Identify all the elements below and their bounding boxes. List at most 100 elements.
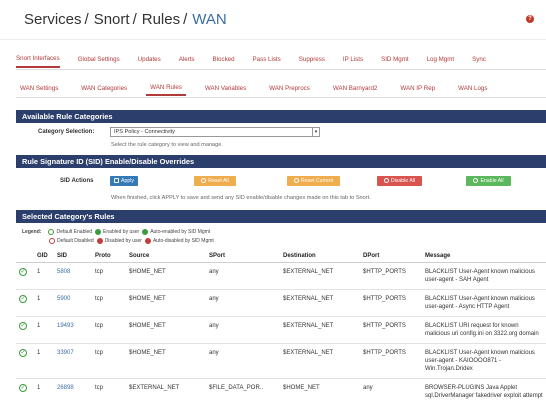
cell-gid: 1 <box>34 378 54 401</box>
cell-source: $HOME_NET <box>126 343 206 379</box>
breadcrumb-snort[interactable]: Snort <box>94 11 130 28</box>
col-proto[interactable]: Proto <box>92 250 126 263</box>
cell-sport: any <box>206 343 280 379</box>
cell-sport: any <box>206 262 280 290</box>
default-disabled-icon <box>49 238 55 244</box>
save-icon <box>114 178 119 183</box>
disable-all-label: Disable All <box>390 178 416 184</box>
enable-all-label: Enable All <box>480 178 504 184</box>
cell-message: BLACKLIST User-Agent known malicious use… <box>422 289 546 317</box>
cell-destination: $EXTERNAL_NET <box>280 262 360 290</box>
tab-alerts[interactable]: Alerts <box>179 52 195 67</box>
tab-wan-barnyard2[interactable]: WAN Barnyard2 <box>329 82 381 95</box>
enabled-toggle-icon[interactable]: ✓ <box>19 384 27 392</box>
legend-title: Legend: <box>22 229 42 235</box>
cell-gid: 1 <box>34 262 54 290</box>
tab-global-settings[interactable]: Global Settings <box>78 52 120 67</box>
tab-log-mgmt[interactable]: Log Mgmt <box>427 52 455 67</box>
table-row: ✓ 1 33907 tcp $HOME_NET any $EXTERNAL_NE… <box>16 343 546 379</box>
cell-sport: any <box>206 316 280 344</box>
tab-suppress[interactable]: Suppress <box>299 52 325 67</box>
tab-pass-lists[interactable]: Pass Lists <box>253 52 281 67</box>
cell-source: $HOME_NET <box>126 262 206 290</box>
cell-sid-link[interactable]: 26898 <box>54 378 92 401</box>
cell-proto: tcp <box>92 289 126 317</box>
cell-message: BROWSER-PLUGINS Java Applet sql.DriverMa… <box>422 378 546 401</box>
col-dport[interactable]: DPort <box>360 250 422 263</box>
cell-gid: 1 <box>34 316 54 344</box>
breadcrumb-services[interactable]: Services <box>24 11 82 28</box>
page: Services / Snort / Rules / WAN ? Snort Inte… <box>0 0 546 401</box>
col-gid[interactable]: GID <box>34 250 54 263</box>
available-categories-header: Available Rule Categories <box>16 110 546 123</box>
col-message[interactable]: Message <box>422 250 546 263</box>
cell-source: $EXTERNAL_NET <box>126 378 206 401</box>
legend-default-enabled: Default Enabled <box>56 229 93 235</box>
enabled-toggle-icon[interactable]: ✓ <box>19 295 27 303</box>
category-select[interactable]: IPS Policy - Connectivity ▾ <box>110 127 320 137</box>
col-destination[interactable]: Destination <box>280 250 360 263</box>
tab-sid-mgmt[interactable]: SID Mgmt <box>381 52 409 67</box>
cell-gid: 1 <box>34 343 54 379</box>
default-enabled-icon <box>48 229 55 235</box>
breadcrumb-rules[interactable]: Rules <box>142 11 180 28</box>
selected-rules-header: Selected Category's Rules <box>16 210 546 223</box>
enabled-toggle-icon[interactable]: ✓ <box>19 268 27 276</box>
cell-dport: $HTTP_PORTS <box>360 343 422 379</box>
cell-proto: tcp <box>92 262 126 290</box>
legend-row-2: Default Disabled Disabled by user Auto-d… <box>46 238 214 244</box>
enabled-by-user-icon <box>95 229 102 235</box>
tab-wan-ip-rep[interactable]: WAN IP Rep <box>396 82 439 95</box>
cell-sid-link[interactable]: 33907 <box>54 343 92 379</box>
secondary-tabs: WAN Settings WAN Categories WAN Rules WA… <box>16 80 546 98</box>
enabled-toggle-icon[interactable]: ✓ <box>19 349 27 357</box>
cell-sid-link[interactable]: 5808 <box>54 262 92 290</box>
reset-all-label: Reset All <box>208 178 229 184</box>
primary-tabs: Snort Interfaces Global Settings Updates… <box>16 50 546 70</box>
disabled-by-user-icon <box>96 238 103 244</box>
tab-wan-variables[interactable]: WAN Variables <box>201 82 250 95</box>
refresh-icon <box>201 178 207 183</box>
reset-current-button[interactable]: Reset Current <box>287 176 340 186</box>
enable-all-button[interactable]: Enable All <box>466 176 511 186</box>
reset-all-button[interactable]: Reset All <box>194 176 236 186</box>
cell-dport: $HTTP_PORTS <box>360 262 422 290</box>
breadcrumb-wan[interactable]: WAN <box>192 11 226 28</box>
cell-proto: tcp <box>92 343 126 379</box>
tab-blocked[interactable]: Blocked <box>213 52 235 67</box>
tab-ip-lists[interactable]: IP Lists <box>343 52 363 67</box>
disable-all-button[interactable]: Disable All <box>377 176 422 186</box>
apply-button[interactable]: Apply <box>110 176 138 186</box>
tab-snort-interfaces[interactable]: Snort Interfaces <box>16 51 60 68</box>
category-selection-label: Category Selection: <box>38 129 95 135</box>
legend-default-disabled: Default Disabled <box>57 238 94 244</box>
cell-sid-link[interactable]: 19493 <box>54 316 92 344</box>
auto-disabled-icon <box>144 238 151 244</box>
cell-destination: $HOME_NET <box>280 378 360 401</box>
cell-message: BLACKLIST URI request for known maliciou… <box>422 316 546 344</box>
cell-proto: tcp <box>92 316 126 344</box>
tab-wan-logs[interactable]: WAN Logs <box>454 82 491 95</box>
help-icon[interactable]: ? <box>526 15 534 23</box>
cell-sid-link[interactable]: 5900 <box>54 289 92 317</box>
cell-dport: any <box>360 378 422 401</box>
col-sport[interactable]: SPort <box>206 250 280 263</box>
legend-auto-disabled: Auto-disabled by SID Mgmt <box>152 238 214 244</box>
breadcrumb: Services / Snort / Rules / WAN <box>24 11 227 28</box>
tab-wan-rules[interactable]: WAN Rules <box>146 81 186 96</box>
table-row: ✓ 1 5900 tcp $HOME_NET any $EXTERNAL_NET… <box>16 289 546 317</box>
check-icon <box>473 178 479 183</box>
legend-auto-enabled: Auto-enabled by SID Mgmt <box>150 229 211 235</box>
tab-wan-categories[interactable]: WAN Categories <box>77 82 131 95</box>
tab-updates[interactable]: Updates <box>138 52 161 67</box>
tab-wan-settings[interactable]: WAN Settings <box>16 82 62 95</box>
col-source[interactable]: Source <box>126 250 206 263</box>
tab-wan-preprocs[interactable]: WAN Preprocs <box>265 82 314 95</box>
cell-sport: $FILE_DATA_POR.. <box>206 378 280 401</box>
cell-proto: tcp <box>92 378 126 401</box>
enabled-toggle-icon[interactable]: ✓ <box>19 322 27 330</box>
sid-actions-label: SID Actions <box>60 178 94 184</box>
table-header-row: GID SID Proto Source SPort Destination D… <box>16 250 546 263</box>
col-sid[interactable]: SID <box>54 250 92 263</box>
tab-sync[interactable]: Sync <box>472 52 486 67</box>
